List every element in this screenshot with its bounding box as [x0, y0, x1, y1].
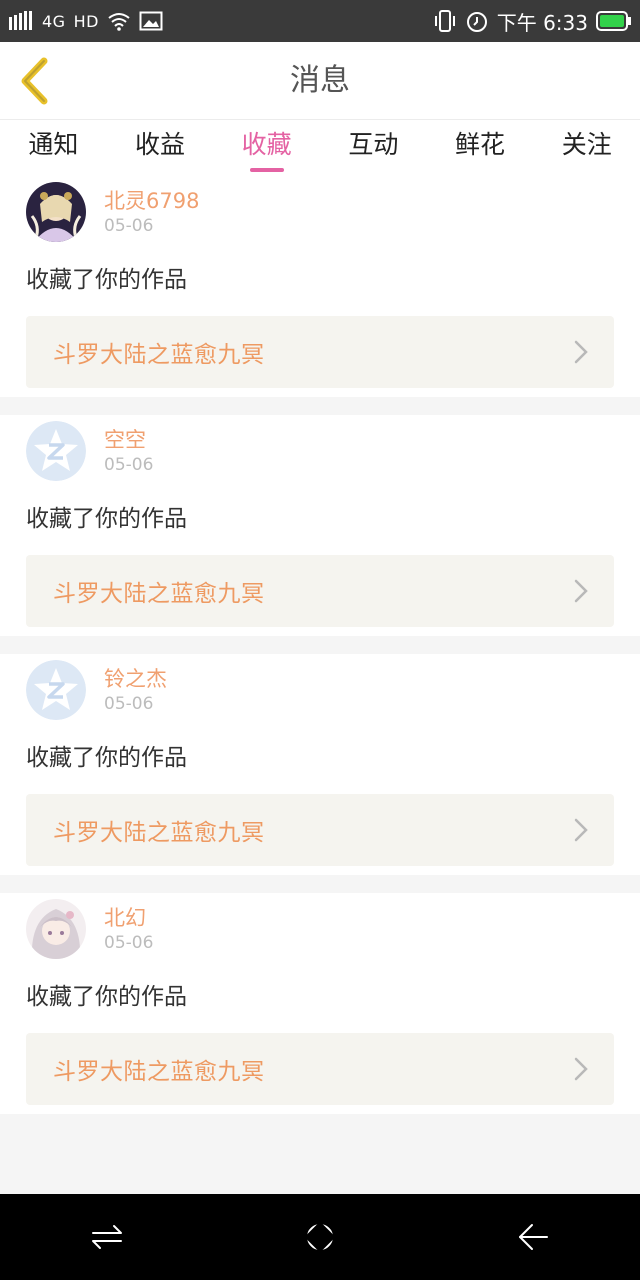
header: 消息: [0, 42, 640, 120]
status-left: 4G HD: [8, 11, 163, 31]
back-arrow-icon: [519, 1224, 549, 1250]
recent-apps-button[interactable]: [72, 1207, 142, 1267]
default-avatar-icon: [26, 421, 86, 481]
username[interactable]: 北幻: [104, 905, 153, 931]
system-nav-bar: [0, 1194, 640, 1280]
back-button[interactable]: [14, 56, 54, 106]
chevron-right-icon: [574, 579, 588, 603]
status-right: 下午 6:33: [433, 7, 632, 36]
user-meta: 北幻 05-06: [104, 905, 153, 954]
message-date: 05-06: [104, 694, 154, 714]
status-bar: 4G HD 下午 6:33: [0, 0, 640, 42]
work-title: 斗罗大陆之蓝愈九冥: [53, 1059, 265, 1085]
work-title: 斗罗大陆之蓝愈九冥: [53, 581, 265, 607]
tab-bar: 通知 收益 收藏 互动 鲜花 关注: [0, 120, 640, 176]
image-icon: [139, 11, 163, 31]
action-text: 收藏了你的作品: [26, 984, 187, 1010]
message-card: 空空 05-06 收藏了你的作品 斗罗大陆之蓝愈九冥: [0, 415, 640, 636]
tab-interaction[interactable]: 互动: [320, 120, 427, 176]
username[interactable]: 铃之杰: [104, 666, 167, 692]
work-link[interactable]: 斗罗大陆之蓝愈九冥: [26, 1033, 614, 1105]
back-chevron-icon: [21, 57, 48, 105]
tab-flowers[interactable]: 鲜花: [427, 120, 534, 176]
card-header: 铃之杰 05-06: [26, 660, 614, 728]
user-meta: 空空 05-06: [104, 427, 153, 476]
signal-icon: [9, 11, 32, 30]
username[interactable]: 北灵6798: [104, 188, 199, 214]
work-title: 斗罗大陆之蓝愈九冥: [53, 820, 265, 846]
clock: 下午 6:33: [496, 10, 588, 35]
message-date: 05-06: [104, 216, 154, 236]
switch-icon: [91, 1225, 122, 1249]
chevron-right-icon: [574, 1057, 588, 1081]
tab-earnings[interactable]: 收益: [107, 120, 214, 176]
work-title: 斗罗大陆之蓝愈九冥: [53, 342, 265, 368]
message-card: 铃之杰 05-06 收藏了你的作品 斗罗大陆之蓝愈九冥: [0, 654, 640, 875]
back-nav-button[interactable]: [498, 1207, 568, 1267]
tab-notice[interactable]: 通知: [0, 120, 107, 176]
wifi-icon: [108, 13, 130, 31]
card-header: 北幻 05-06: [26, 899, 614, 967]
anime-avatar-icon: [26, 899, 86, 959]
action-text: 收藏了你的作品: [26, 267, 187, 293]
tab-following[interactable]: 关注: [533, 120, 640, 176]
anime-avatar-icon: [26, 182, 86, 242]
message-card: 北灵6798 05-06 收藏了你的作品 斗罗大陆之蓝愈九冥: [0, 176, 640, 397]
message-date: 05-06: [104, 933, 154, 953]
action-text: 收藏了你的作品: [26, 745, 187, 771]
battery-icon: [596, 11, 631, 31]
user-meta: 北灵6798 05-06: [104, 188, 199, 237]
avatar[interactable]: [26, 899, 86, 959]
work-link[interactable]: 斗罗大陆之蓝愈九冥: [26, 794, 614, 866]
alarm-icon: [466, 12, 487, 32]
message-list: 北灵6798 05-06 收藏了你的作品 斗罗大陆之蓝愈九冥 空空 05-06 …: [0, 176, 640, 1194]
chevron-right-icon: [574, 340, 588, 364]
page-title: 消息: [290, 63, 350, 98]
work-link[interactable]: 斗罗大陆之蓝愈九冥: [26, 555, 614, 627]
hd-indicator: HD: [73, 11, 99, 31]
chevron-right-icon: [574, 818, 588, 842]
default-avatar-icon: [26, 660, 86, 720]
user-meta: 铃之杰 05-06: [104, 666, 167, 715]
tab-favorites[interactable]: 收藏: [213, 120, 320, 176]
work-link[interactable]: 斗罗大陆之蓝愈九冥: [26, 316, 614, 388]
avatar[interactable]: [26, 421, 86, 481]
card-header: 北灵6798 05-06: [26, 182, 614, 250]
card-header: 空空 05-06: [26, 421, 614, 489]
message-date: 05-06: [104, 455, 154, 475]
vibrate-icon: [434, 10, 455, 32]
home-button[interactable]: [285, 1207, 355, 1267]
home-icon: [300, 1218, 339, 1256]
network-type: 4G: [42, 11, 66, 31]
avatar[interactable]: [26, 660, 86, 720]
avatar[interactable]: [26, 182, 86, 242]
message-card: 北幻 05-06 收藏了你的作品 斗罗大陆之蓝愈九冥: [0, 893, 640, 1114]
action-text: 收藏了你的作品: [26, 506, 187, 532]
username[interactable]: 空空: [104, 427, 153, 453]
